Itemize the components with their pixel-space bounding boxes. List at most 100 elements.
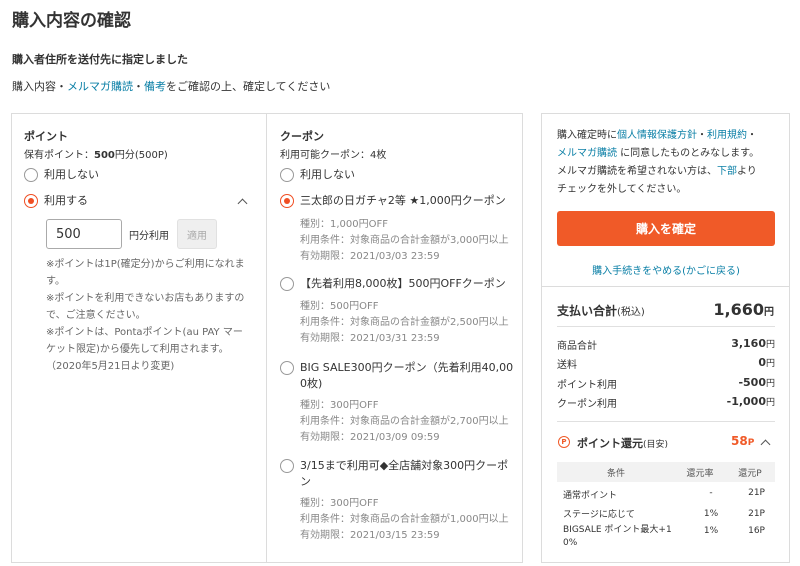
points-cell: 21P [748,508,765,519]
point-back-label: ポイント還元(目安) [577,435,668,451]
points-input-unit: 円分利用 [129,231,169,242]
terms-link[interactable]: 利用規約 [707,130,747,141]
yen-unit: 円 [764,307,774,318]
col-header: 還元率 [675,462,725,482]
available-coupons: 利用可能クーポン：4枚 [280,150,387,161]
points-note-line: ケット限定)から優先して利用されます。 [46,344,229,355]
newsletter-agree-link[interactable]: メルマガ購読 [557,148,617,159]
agreement-part: に同意したものとみなします。 [617,148,760,159]
agreement-text: 購入確定時に個人情報保護方針・利用規約・ メルマガ購読 に同意したものとみなします… [557,127,782,199]
cond-line: BIGSALE ポイント最大+1 [563,525,672,535]
coupon-none-label[interactable]: 利用しない [300,167,355,183]
coupon-name[interactable]: 3/15まで利用可◆全店舗対象300円クーポ ン [300,458,515,490]
points-note-line: で、ご注意ください。 [46,310,146,321]
agreement-part: より [737,166,757,177]
yen-unit: 円 [765,359,775,369]
summary-row-label: クーポン利用 [557,399,617,410]
amount: 3,160 [731,337,766,350]
points-cell: 16P [748,526,765,536]
coupon-name[interactable]: 三太郎の日ガチャ2等 ★1,000円クーポン [300,193,515,209]
summary-divider [557,421,775,422]
summary-row-value: -500円 [738,376,775,391]
point-coin-icon: P [558,436,570,448]
point-back-table: 条件 還元率 還元P 通常ポイント - 21P ステージに応じて 1% 21P … [557,462,775,550]
coupon-type: 種別：300円OFF [300,498,379,509]
coupon-expiry: 有効期限：2021/03/31 23:59 [300,333,440,344]
points-not-use-label[interactable]: 利用しない [44,167,99,183]
total-amount: 1,660 [713,300,764,319]
coupon-expiry: 有効期限：2021/03/09 09:59 [300,432,440,443]
coupon-radio[interactable] [280,459,294,473]
points-note-line: （2020年5月21日より変更) [46,361,175,372]
points-not-use-radio[interactable] [24,168,38,182]
confirm-purchase-button[interactable]: 購入を確定 [557,211,775,246]
agreement-part: ・ [697,130,707,141]
coupon-radio[interactable] [280,361,294,375]
coupon-details: 種別：300円OFF 利用条件：対象商品の合計金額が2,700円以上 有効期限：… [300,398,509,446]
coupon-name[interactable]: 【先着利用8,000枚】500円OFFクーポン [300,276,515,292]
coupon-type: 種別：300円OFF [300,400,379,411]
points-note-line: ※ポイントを利用できないお店もありますの [46,293,245,304]
point-back-amount: 58 [731,434,748,448]
amount: -1,000 [726,395,766,408]
owned-points-value: 500 [94,150,115,161]
confirm-suffix: をご確認の上、確定してください [166,80,331,93]
points-cell: 21P [748,487,765,498]
panel-divider [266,113,267,563]
table-row: 通常ポイント - 21P [557,482,775,503]
amount: -500 [738,376,766,389]
points-use-radio[interactable] [24,194,38,208]
agreement-part: 購入確定時に [557,130,617,141]
summary-row: 商品合計 3,160円 [557,337,775,352]
table-header-row: 条件 還元率 還元P [557,462,775,482]
payment-total-label: 支払い合計(税込) [557,302,645,319]
point-unit: P [747,438,755,448]
coupon-details: 種別：300円OFF 利用条件：対象商品の合計金額が1,000円以上 有効期限：… [300,496,509,544]
coupon-expiry: 有効期限：2021/03/15 23:59 [300,530,440,541]
payment-total-text: 支払い合計 [557,304,618,318]
table-row: BIGSALE ポイント最大+1 0% 1% 16P [557,524,775,550]
cond-line: 0% [563,538,578,548]
coupon-radio[interactable] [280,194,294,208]
rate-cell: 1% [703,526,719,536]
below-link[interactable]: 下部 [717,166,737,177]
remarks-link[interactable]: 備考 [144,80,166,93]
summary-row-label: 商品合計 [557,341,597,352]
payment-total-value: 1,660円 [713,300,774,319]
owned-points-unit: 円分(500P) [114,150,168,161]
coupon-details: 種別：500円OFF 利用条件：対象商品の合計金額が2,500円以上 有効期限：… [300,299,509,347]
summary-row-value: 0円 [758,356,775,371]
apply-points-button[interactable]: 適用 [177,219,217,249]
coupons-heading: クーポン [280,130,324,143]
summary-row: ポイント利用 -500円 [557,376,775,391]
summary-row-value: 3,160円 [731,337,775,352]
tax-note: (税込) [617,307,645,318]
coupon-none-radio[interactable] [280,168,294,182]
address-notice: 購入者住所を送付先に指定しました [12,53,188,66]
rate-cell: 1% [703,508,719,519]
coupon-name-line: 3/15まで利用可◆全店舗対象300円クーポ [300,459,509,472]
points-use-label[interactable]: 利用する [44,193,88,209]
yen-unit: 円 [765,398,775,408]
privacy-policy-link[interactable]: 個人情報保護方針 [617,130,697,141]
confirm-prefix: 購入内容・ [12,80,67,93]
confirm-instructions: 購入内容・メルマガ購読・備考をご確認の上、確定してください [12,78,330,94]
page-title: 購入内容の確認 [12,11,131,31]
summary-row: 送料 0円 [557,356,775,371]
cancel-purchase-link[interactable]: 購入手続きをやめる(かごに戻る) [557,262,775,277]
newsletter-link[interactable]: メルマガ購読 [67,80,133,93]
coupon-type: 種別：1,000円OFF [300,219,389,230]
coupon-radio[interactable] [280,277,294,291]
point-back-value: 58P [731,434,754,448]
coupon-type: 種別：500円OFF [300,301,379,312]
table-row: ステージに応じて 1% 21P [557,503,775,524]
summary-row-value: -1,000円 [727,395,775,410]
agreement-part: ・ [747,130,757,141]
owned-points: 保有ポイント：500円分(500P) [24,146,168,161]
points-note-line: ※ポイントは1P(確定分)からご利用になれま [46,259,245,270]
agreement-part: メルマガ購読を希望されない方は、 [557,166,717,177]
col-header: 条件 [557,462,675,482]
summary-row: クーポン利用 -1,000円 [557,395,775,410]
coupon-name[interactable]: BIG SALE300円クーポン（先着利用40,00 0枚) [300,360,515,392]
points-amount-input[interactable] [46,219,122,249]
